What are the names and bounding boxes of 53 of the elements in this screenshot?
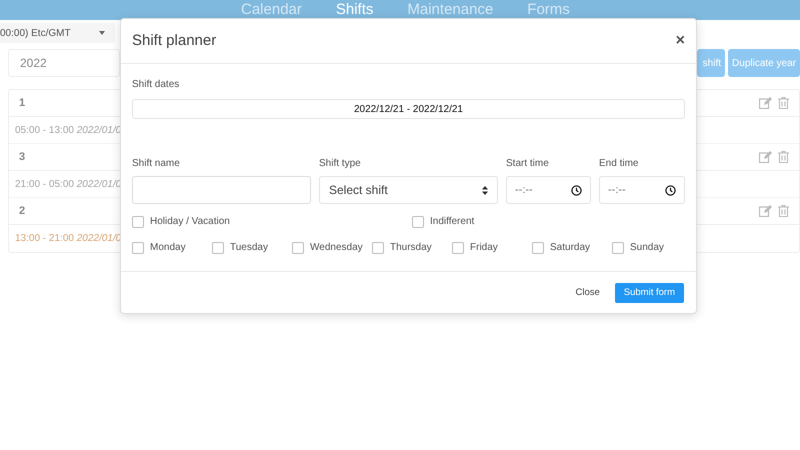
trash-icon[interactable] (778, 205, 789, 217)
checkbox-label: Monday (150, 241, 186, 255)
close-link[interactable]: Close (575, 283, 600, 303)
shift-time: 05:00 - 13:00 2022/01/0 (15, 124, 122, 138)
edit-icon[interactable] (759, 97, 772, 109)
checkbox[interactable] (132, 216, 144, 228)
timezone-select[interactable]: 00:00) Etc/GMT (0, 23, 115, 43)
checkbox-label: Thursday (390, 241, 432, 255)
shift-name: 1 (19, 96, 26, 111)
field-label: Start time (506, 157, 550, 171)
sort-icon (482, 186, 488, 194)
caret-icon (99, 31, 105, 35)
nav-tab[interactable]: Shifts (336, 0, 374, 20)
shift-time: 21:00 - 05:00 2022/01/0 (15, 178, 122, 192)
date-range-field[interactable]: 2022/12/21 - 2022/12/21 (132, 99, 685, 119)
checkbox[interactable] (372, 242, 384, 254)
time-field[interactable]: --:-- (599, 176, 685, 204)
action-button[interactable]: shift (697, 49, 725, 77)
field-label: Shift name (132, 157, 181, 171)
checkbox[interactable] (612, 242, 624, 254)
close-button[interactable]: × (676, 33, 685, 49)
edit-icon[interactable] (759, 205, 772, 217)
shift-name-field[interactable] (132, 176, 311, 204)
checkbox[interactable] (132, 242, 144, 254)
shift-name: 2 (19, 204, 26, 219)
clock-icon (571, 184, 582, 196)
shift-time: 13:00 - 21:00 2022/01/0 (15, 232, 122, 246)
submit-button[interactable]: Submit form (614, 283, 684, 303)
shift-type-select[interactable]: Select shift (319, 176, 498, 204)
checkbox-label: Indifferent (430, 215, 474, 229)
checkbox-label: Sunday (630, 241, 664, 255)
edit-icon[interactable] (759, 151, 772, 163)
trash-icon[interactable] (778, 97, 789, 109)
checkbox-label: Holiday / Vacation (150, 215, 230, 229)
field-label: Shift type (319, 157, 362, 171)
checkbox[interactable] (452, 242, 464, 254)
modal-title: Shift planner (132, 30, 216, 51)
field-label: Shift dates (132, 78, 180, 92)
checkbox-label: Saturday (550, 241, 590, 255)
time-field[interactable]: --:-- (506, 176, 591, 204)
checkbox-label: Tuesday (230, 241, 268, 255)
checkbox[interactable] (212, 242, 224, 254)
field-label: End time (599, 157, 640, 171)
checkbox[interactable] (412, 216, 424, 228)
trash-icon[interactable] (778, 151, 789, 163)
action-button[interactable]: Duplicate year (728, 49, 800, 77)
checkbox-label: Wednesday (310, 241, 363, 255)
year-select[interactable]: 2022 (8, 49, 120, 77)
checkbox[interactable] (532, 242, 544, 254)
checkbox-label: Friday (470, 241, 498, 255)
checkbox[interactable] (292, 242, 304, 254)
shift-name: 3 (19, 150, 26, 165)
clock-icon (665, 184, 676, 196)
